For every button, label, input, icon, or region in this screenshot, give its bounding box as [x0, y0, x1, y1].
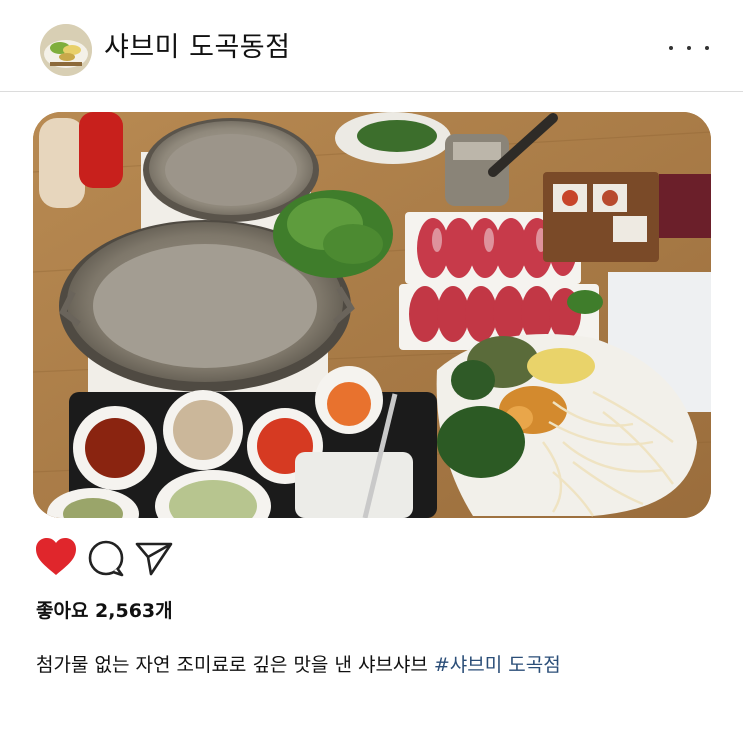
post-action-bar [34, 535, 234, 579]
hashtag-link[interactable]: #샤브미 도곡점 [434, 654, 561, 676]
likes-count[interactable]: 좋아요 2,563개 [36, 596, 173, 623]
post-caption: 첨가물 없는 자연 조미료로 깊은 맛을 낸 샤브샤브 #샤브미 도곡점 [36, 650, 561, 677]
post-header: 샤브미 도곡동점 [0, 0, 743, 92]
more-dot [687, 46, 691, 50]
comment-icon[interactable] [86, 539, 126, 583]
more-dot [705, 46, 709, 50]
heart-icon[interactable] [34, 537, 78, 581]
profile-avatar[interactable] [40, 24, 92, 76]
account-name[interactable]: 샤브미 도곡동점 [104, 30, 290, 66]
caption-text: 첨가물 없는 자연 조미료로 깊은 맛을 낸 샤브샤브 [36, 654, 428, 676]
send-icon[interactable] [134, 540, 174, 582]
post-photo[interactable] [33, 112, 711, 518]
more-options-icon[interactable] [669, 40, 709, 56]
more-dot [669, 46, 673, 50]
